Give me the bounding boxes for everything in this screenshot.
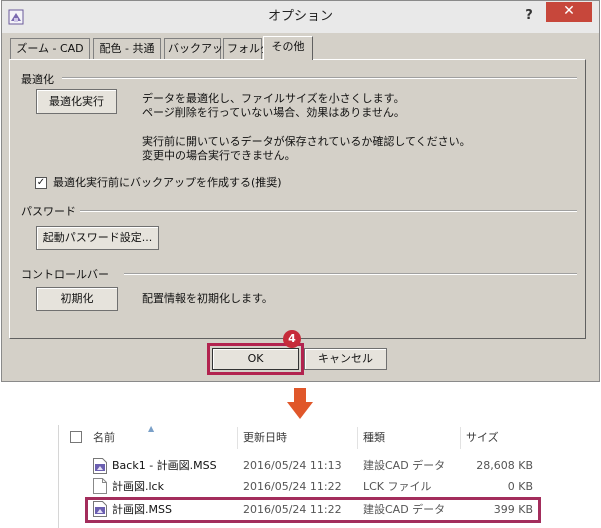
optimize-button[interactable]: 最適化実行 (36, 89, 117, 114)
column-header-date[interactable]: 更新日時 (243, 427, 287, 449)
file-type: LCK ファイル (363, 480, 432, 493)
column-divider[interactable] (460, 427, 461, 449)
tab-backup[interactable]: バックアップ (164, 38, 234, 59)
tab-color-common[interactable]: 配色 - 共通 (93, 38, 161, 59)
column-divider[interactable] (357, 427, 358, 449)
startup-password-button[interactable]: 起動パスワード設定... (36, 226, 159, 250)
optimize-separator (62, 77, 577, 79)
title-bar: オプション ? ✕ (2, 1, 599, 33)
file-date: 2016/05/24 11:13 (243, 459, 342, 472)
tab-folder[interactable]: フォルダ (223, 38, 271, 59)
column-header-name[interactable]: 名前 (93, 427, 115, 449)
file-row-highlight (85, 497, 541, 523)
file-type: 建設CAD データ (363, 459, 446, 472)
file-name[interactable]: Back1 - 計画図.MSS (112, 456, 217, 476)
password-separator (80, 210, 577, 212)
column-header-type[interactable]: 種類 (363, 427, 385, 449)
arrow-down-icon (287, 388, 313, 419)
step-badge: 4 (283, 330, 301, 348)
blank-file-icon (93, 478, 107, 494)
mss-file-icon (93, 458, 107, 474)
optimize-desc-line4: 変更中の場合実行できません。 (142, 149, 296, 162)
close-button[interactable]: ✕ (546, 2, 592, 22)
reset-layout-button[interactable]: 初期化 (36, 287, 118, 311)
password-section-label: パスワード (21, 205, 76, 218)
tab-other[interactable]: その他 (263, 36, 313, 60)
dialog-title: オプション (267, 9, 333, 24)
controlbar-separator (124, 273, 577, 275)
file-size: 0 KB (507, 480, 533, 493)
optimize-desc-line2: ページ削除を行っていない場合、効果はありません。 (142, 106, 405, 119)
file-size: 28,608 KB (476, 459, 533, 472)
backup-before-optimize-checkbox[interactable]: ✓ (35, 177, 47, 189)
file-date: 2016/05/24 11:22 (243, 480, 342, 493)
controlbar-section-label: コントロールバー (21, 268, 109, 281)
backup-before-optimize-label: 最適化実行前にバックアップを作成する(推奨) (53, 176, 282, 189)
select-all-checkbox[interactable] (70, 431, 82, 443)
sort-ascending-icon: ▲ (148, 424, 155, 433)
file-name[interactable]: 計画図.lck (112, 477, 164, 497)
tab-zoom-cad[interactable]: ズーム - CAD (10, 38, 90, 59)
help-button[interactable]: ? (514, 1, 544, 31)
column-divider[interactable] (237, 427, 238, 449)
optimize-section-label: 最適化 (21, 73, 54, 86)
column-header-size[interactable]: サイズ (466, 427, 499, 449)
cancel-button[interactable]: キャンセル (304, 348, 387, 370)
controlbar-desc: 配置情報を初期化します。 (142, 292, 273, 305)
